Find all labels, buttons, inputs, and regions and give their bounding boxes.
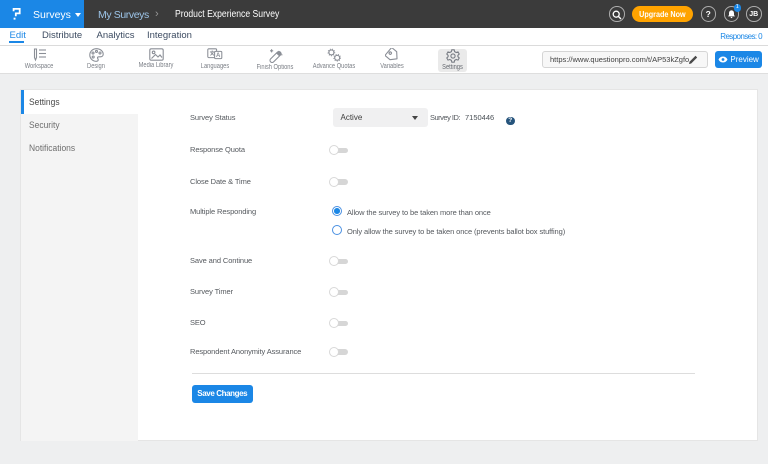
svg-text:A: A xyxy=(216,53,221,59)
